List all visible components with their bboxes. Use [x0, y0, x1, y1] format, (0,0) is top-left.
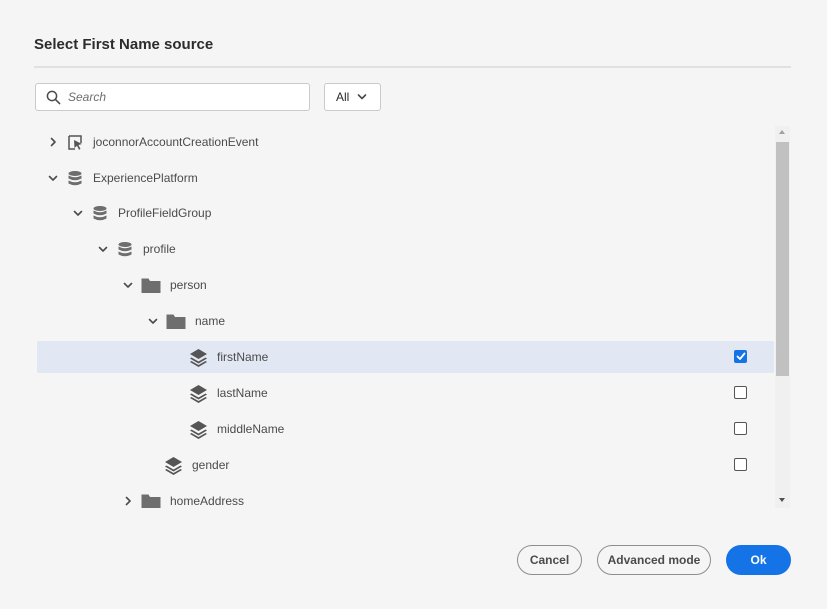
advanced-mode-button[interactable]: Advanced mode — [597, 545, 711, 575]
folder-icon — [165, 312, 187, 330]
tree-node-label: name — [195, 314, 226, 328]
field-layers-icon — [162, 456, 184, 475]
cancel-button[interactable]: Cancel — [517, 545, 582, 575]
tree-node-label: gender — [192, 458, 230, 472]
filter-selected-value: All — [336, 90, 350, 104]
chevron-down-icon[interactable] — [122, 279, 134, 291]
tree-node[interactable]: gender — [37, 449, 774, 481]
tree-node[interactable]: profile — [37, 233, 774, 265]
tree-node-label: middleName — [217, 422, 285, 436]
field-checkbox[interactable] — [734, 458, 747, 471]
schema-tree: joconnorAccountCreationEvent ExperienceP… — [37, 124, 774, 508]
tree-node-label: person — [170, 278, 207, 292]
tree-node-label: lastName — [217, 386, 268, 400]
tree-node[interactable]: joconnorAccountCreationEvent — [37, 126, 774, 158]
filter-dropdown[interactable]: All — [324, 83, 381, 111]
folder-icon — [140, 492, 162, 508]
database-icon — [90, 204, 110, 222]
search-icon — [45, 89, 61, 105]
field-checkbox[interactable] — [734, 422, 747, 435]
chevron-right-icon[interactable] — [47, 136, 59, 148]
chevron-down-icon — [357, 93, 367, 101]
field-checkbox[interactable] — [734, 350, 747, 363]
tree-node-label: ExperiencePlatform — [93, 171, 198, 185]
database-icon — [65, 169, 85, 187]
tree-node[interactable]: ProfileFieldGroup — [37, 197, 774, 229]
tree-scrollbar[interactable] — [775, 126, 790, 508]
dialog-title: Select First Name source — [34, 36, 214, 53]
tree-node-selected[interactable]: firstName — [37, 341, 774, 373]
tree-node[interactable]: lastName — [37, 377, 774, 409]
event-icon — [65, 133, 85, 151]
scroll-down-arrow-icon[interactable] — [779, 498, 785, 502]
field-layers-icon — [187, 348, 209, 367]
tree-node[interactable]: person — [37, 269, 774, 301]
scrollbar-thumb[interactable] — [776, 142, 789, 376]
title-divider — [34, 66, 791, 68]
search-field[interactable] — [35, 83, 310, 111]
tree-node-label: ProfileFieldGroup — [118, 206, 212, 220]
search-input[interactable] — [68, 90, 288, 104]
field-layers-icon — [187, 384, 209, 403]
database-icon — [115, 240, 135, 258]
tree-node[interactable]: name — [37, 305, 774, 337]
tree-node[interactable]: ExperiencePlatform — [37, 162, 774, 194]
chevron-right-icon[interactable] — [122, 495, 134, 507]
field-layers-icon — [187, 420, 209, 439]
field-checkbox[interactable] — [734, 386, 747, 399]
folder-icon — [140, 276, 162, 294]
tree-node-label: joconnorAccountCreationEvent — [93, 135, 259, 149]
tree-node[interactable]: homeAddress — [37, 485, 774, 508]
chevron-down-icon[interactable] — [72, 207, 84, 219]
select-source-dialog: Select First Name source All joconnorAcc… — [0, 0, 827, 609]
tree-node-label: profile — [143, 242, 176, 256]
tree-node[interactable]: middleName — [37, 413, 774, 445]
tree-node-label: firstName — [217, 350, 269, 364]
chevron-down-icon[interactable] — [97, 243, 109, 255]
tree-node-label: homeAddress — [170, 494, 245, 508]
chevron-down-icon[interactable] — [147, 315, 159, 327]
chevron-down-icon[interactable] — [47, 172, 59, 184]
scroll-up-arrow-icon[interactable] — [779, 130, 785, 134]
ok-button[interactable]: Ok — [726, 545, 791, 575]
